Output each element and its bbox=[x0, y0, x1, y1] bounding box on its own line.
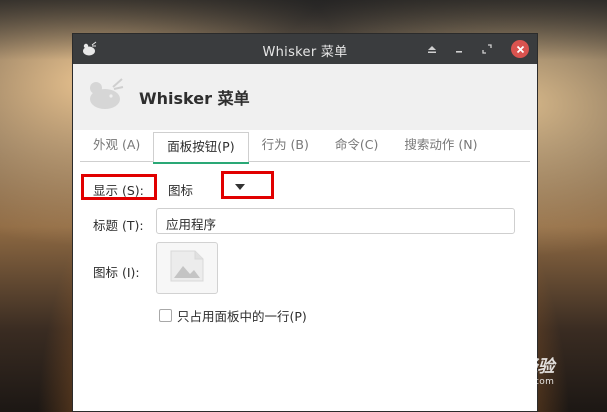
highlight-box-display-label bbox=[81, 174, 157, 200]
watermark-brand: Baidu经验 bbox=[466, 357, 555, 377]
tab-panel-button[interactable]: 面板按钮(P) bbox=[153, 132, 249, 164]
image-placeholder-icon bbox=[169, 249, 205, 287]
highlight-box-dropdown-arrow bbox=[221, 171, 274, 199]
shade-window-icon[interactable] bbox=[423, 40, 441, 58]
whisker-logo-icon bbox=[85, 76, 125, 112]
title-label: 标题 (T): bbox=[93, 218, 144, 233]
maximize-icon[interactable] bbox=[478, 40, 496, 58]
checkbox-box[interactable] bbox=[159, 309, 172, 322]
single-row-label: 只占用面板中的一行(P) bbox=[177, 309, 307, 324]
icon-picker-button[interactable] bbox=[156, 242, 218, 294]
close-icon[interactable] bbox=[511, 40, 529, 58]
window-titlebar[interactable]: Whisker 菜单 bbox=[73, 34, 537, 64]
display-dropdown-value: 图标 bbox=[168, 183, 194, 198]
dialog-header: Whisker 菜单 bbox=[73, 64, 537, 130]
tab-behavior[interactable]: 行为 (B) bbox=[249, 131, 322, 161]
title-input[interactable]: 应用程序 bbox=[156, 208, 515, 234]
dialog-heading: Whisker 菜单 bbox=[139, 89, 250, 108]
tab-search-actions[interactable]: 搜索动作 (N) bbox=[391, 131, 490, 161]
single-row-checkbox[interactable]: 只占用面板中的一行(P) bbox=[159, 306, 307, 325]
tab-appearance[interactable]: 外观 (A) bbox=[80, 131, 153, 161]
icon-label: 图标 (I): bbox=[93, 265, 140, 280]
watermark-url: jingyan.baidu.com bbox=[466, 377, 555, 387]
tab-commands[interactable]: 命令(C) bbox=[322, 131, 391, 161]
settings-tabs: 外观 (A) 面板按钮(P) 行为 (B) 命令(C) 搜索动作 (N) bbox=[80, 131, 530, 164]
watermark: Baidu经验 jingyan.baidu.com bbox=[466, 352, 555, 387]
minimize-icon[interactable] bbox=[450, 40, 468, 58]
